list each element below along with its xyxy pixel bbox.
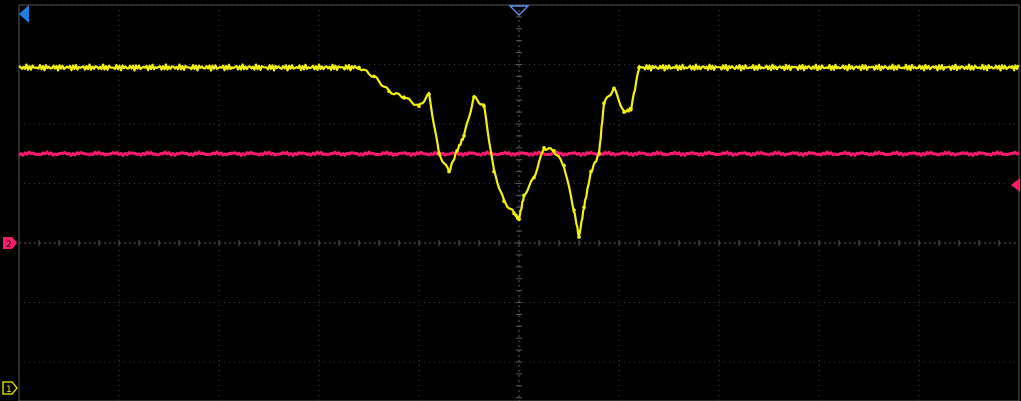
ch2-trace-line [18,150,1020,158]
ch2-marker-label: 2 [6,240,12,250]
ch1-sample-point [572,208,576,213]
ch1-sample-point [552,149,556,153]
ch1-sample-point [387,89,391,94]
ch1-sample-point [447,169,451,174]
oscilloscope-display: 2 1 [0,0,1021,401]
graticule [18,4,1020,401]
ch1-sample-point [629,107,633,111]
ch1-sample-point [437,152,441,156]
ch1-sample-point [577,235,581,239]
ch1-sample-point [582,205,586,210]
ch2-ground-marker[interactable]: 2 [3,237,17,250]
ch1-sample-point [492,169,496,174]
ch1-sample-point [462,134,466,138]
ch1-marker-label: 1 [6,385,12,395]
ch1-sample-point [622,110,626,114]
ch1-sample-point [455,149,459,153]
ch1-sample-point [357,65,361,70]
ch1-sample-point [517,217,521,221]
ch1-sample-point [502,199,506,204]
ch1-sample-point [637,65,641,70]
ch1-sample-point [372,74,376,79]
ch2-waveform [18,150,1020,158]
ch1-ground-marker[interactable]: 1 [2,381,18,395]
ch1-sample-point [542,146,546,150]
ch1-sample-point [597,152,601,156]
ch1-sample-point [472,95,476,99]
ch1-sample-point [612,86,616,91]
ch1-sample-point [562,163,566,168]
ch1-sample-point [482,104,486,108]
trigger-level-marker-icon[interactable] [1011,178,1020,192]
left-offset-marker-icon[interactable] [19,5,29,23]
ch1-sample-point [522,193,526,198]
waveform-screen: 2 1 [2,4,1020,401]
ch1-sample-point [427,92,431,97]
ch1-sample-point [602,101,606,105]
ch1-sample-point [589,169,593,174]
ch1-sample-point [417,104,421,108]
ch1-sample-point [402,95,406,99]
ch1-sample-point [512,211,516,216]
ch1-sample-point [532,175,536,180]
